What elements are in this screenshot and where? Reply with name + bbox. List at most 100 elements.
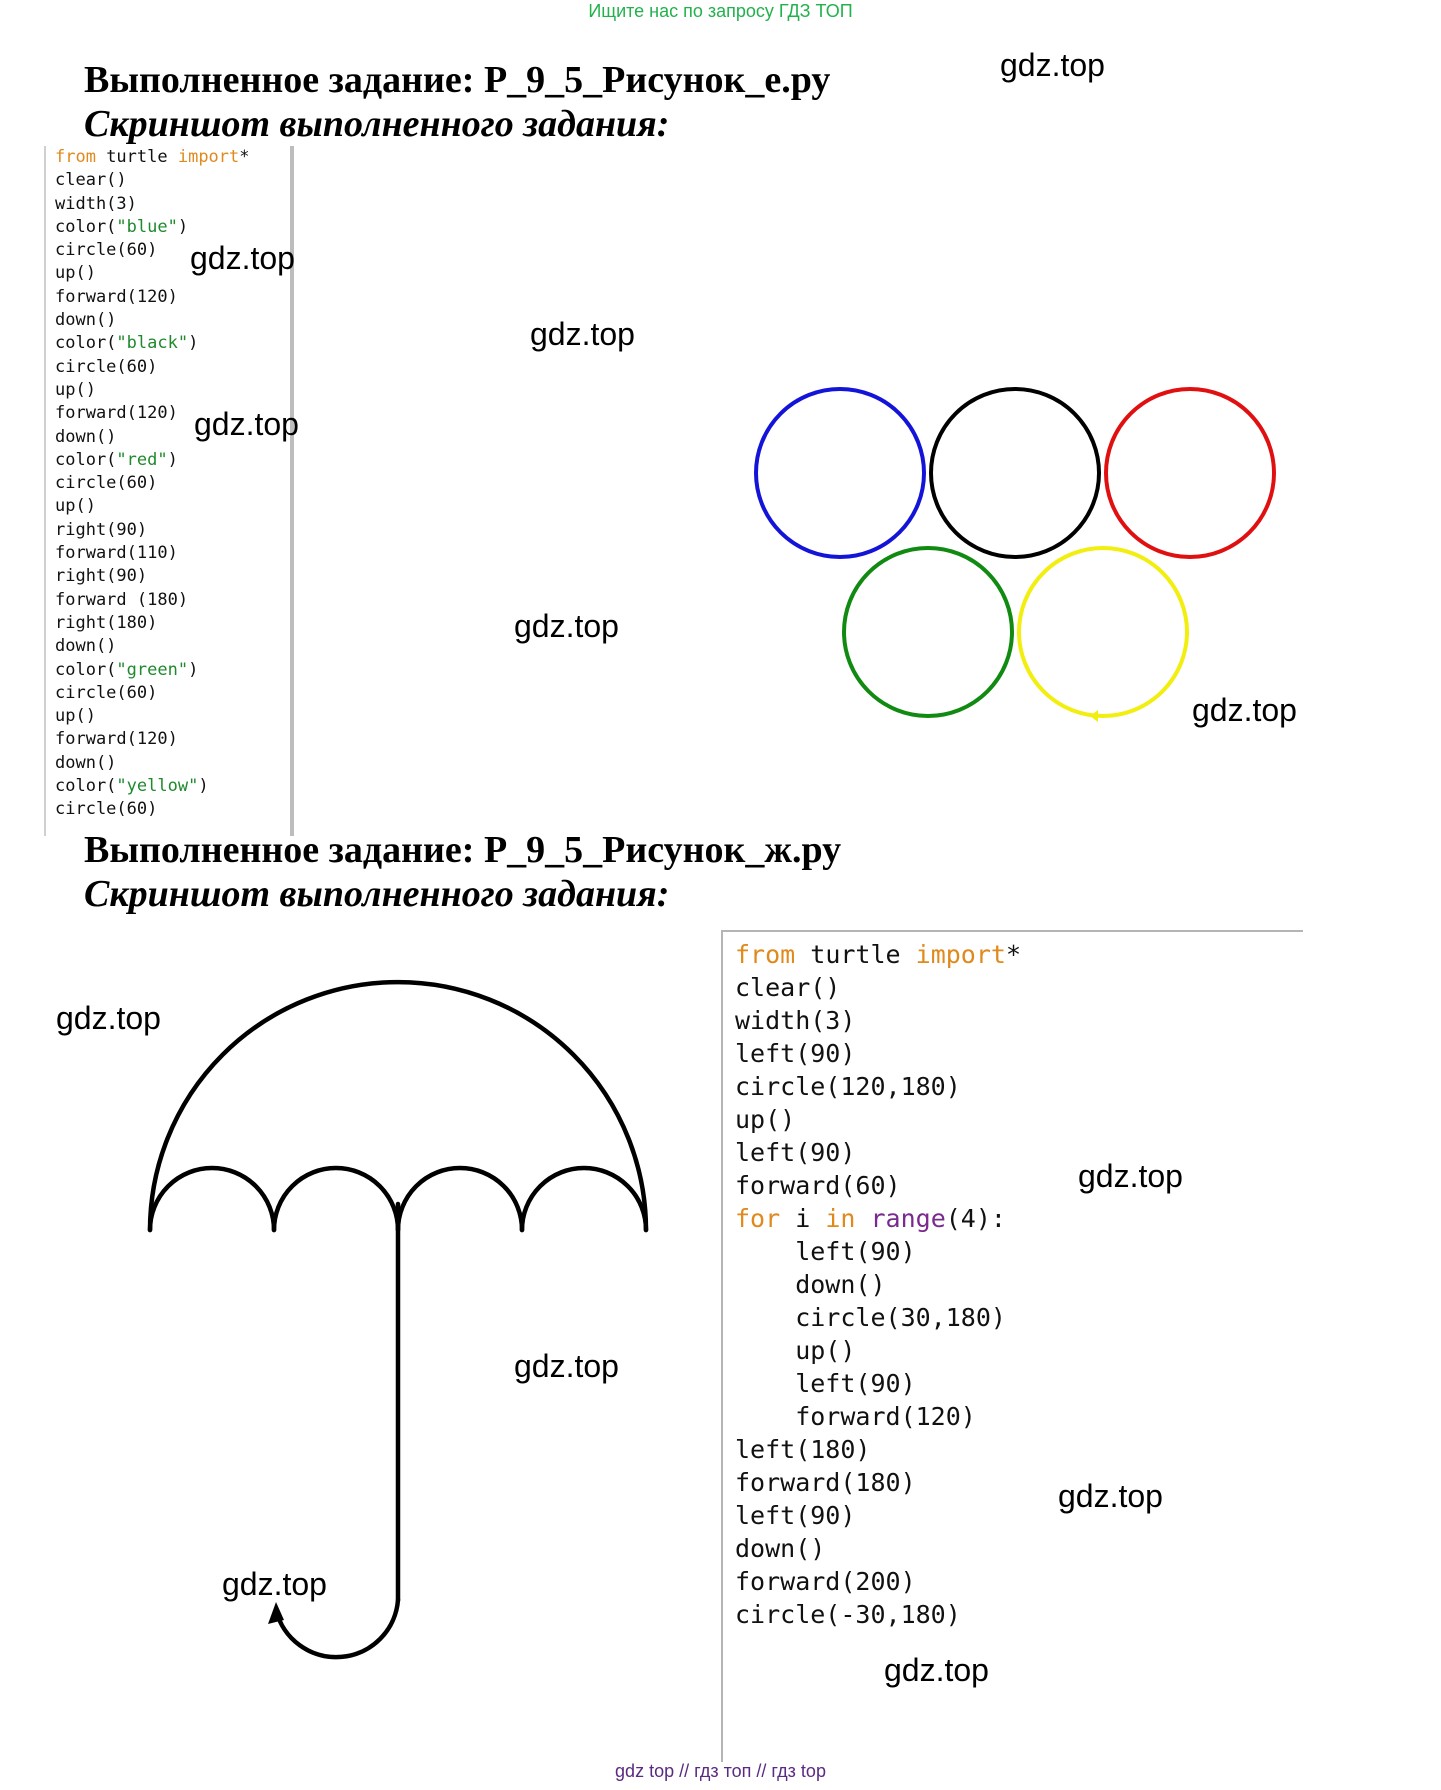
section2-code-line: forward(180)	[723, 1466, 1303, 1499]
code-token: "blue"	[116, 216, 178, 237]
umbrella-scallop-1	[147, 1165, 277, 1233]
section1-code-line: forward(120)	[46, 286, 290, 309]
code-token: up()	[55, 496, 96, 517]
code-token: circle(60)	[55, 356, 158, 377]
umbrella-handle-hook	[273, 1597, 401, 1660]
section2-code-line: up()	[723, 1103, 1303, 1136]
umbrella-drawing	[147, 979, 649, 1660]
code-token: "black"	[116, 333, 189, 354]
section1-code-line: color("red")	[46, 449, 290, 472]
section2-code-line: down()	[723, 1268, 1303, 1301]
section1-code-line: color("yellow")	[46, 775, 290, 798]
section1-code-line: circle(60)	[46, 798, 290, 821]
code-token: left(90)	[735, 1501, 856, 1530]
section1-title: Выполненное задание: Р_9_5_Рисунок_е.ру	[84, 59, 831, 101]
ring-blue	[754, 387, 926, 559]
top-search-hint[interactable]: Ищите нас по запросу ГДЗ ТОП	[0, 0, 1441, 22]
code-token: )	[188, 333, 199, 354]
section1-code-line: up()	[46, 495, 290, 518]
code-token: forward(200)	[735, 1567, 916, 1596]
code-token: color(	[55, 776, 117, 797]
section2-code-line: left(90)	[723, 1367, 1303, 1400]
watermark: gdz.top	[56, 1000, 161, 1036]
section2-code-line: up()	[723, 1334, 1303, 1367]
section1-code-line: forward(110)	[46, 542, 290, 565]
umbrella-scallop-4	[519, 1165, 649, 1233]
umbrella-scallop-3	[395, 1165, 525, 1233]
code-token: up()	[55, 379, 96, 400]
section1-code-line: from turtle import*	[46, 146, 290, 169]
section1-code-line: clear()	[46, 169, 290, 192]
code-token: circle(120,180)	[735, 1072, 961, 1101]
code-token: "yellow"	[116, 776, 199, 797]
code-token: up()	[735, 1336, 856, 1365]
code-token: import	[915, 940, 1006, 969]
code-token: import	[177, 147, 240, 167]
section2-code: from turtle import* clear() width(3) left(9…	[723, 932, 1303, 1631]
section1-code-line: down()	[46, 309, 290, 332]
code-token: )	[198, 776, 209, 797]
section1-code-line: up()	[46, 379, 290, 402]
code-token: down()	[55, 310, 117, 331]
section1-code-line: color("black")	[46, 332, 290, 355]
code-token: left(90)	[735, 1039, 856, 1068]
code-token: left(90)	[735, 1138, 856, 1167]
section2-code-line: left(180)	[723, 1433, 1303, 1466]
code-token: down()	[735, 1270, 886, 1299]
code-token: right(180)	[55, 612, 158, 633]
ring-black	[929, 387, 1101, 559]
code-token: turtle	[95, 147, 178, 167]
section1-code-line: width(3)	[46, 193, 290, 216]
code-token: for	[735, 1204, 781, 1233]
code-token: right(90)	[55, 519, 148, 540]
code-token: range	[870, 1204, 946, 1233]
code-token: i	[780, 1204, 826, 1233]
section2-code-line: left(90)	[723, 1136, 1303, 1169]
watermark: gdz.top	[884, 1652, 989, 1688]
section1-code-line: up()	[46, 705, 290, 728]
ring-yellow	[1017, 546, 1189, 718]
code-token: right(90)	[55, 566, 148, 587]
code-token: left(180)	[735, 1435, 871, 1464]
code-token: )	[188, 659, 199, 680]
section2-code-panel: from turtle import* clear() width(3) left(9…	[721, 930, 1303, 1762]
code-token: forward(120)	[55, 286, 178, 307]
footer-links[interactable]: gdz top // гдз топ // гдз top	[0, 1760, 1441, 1782]
section2-code-line: left(90)	[723, 1037, 1303, 1070]
code-token: color(	[55, 333, 117, 354]
code-token: forward(180)	[735, 1468, 916, 1497]
code-token: *	[239, 147, 250, 167]
section2-code-line: circle(120,180)	[723, 1070, 1303, 1103]
umbrella-canopy	[147, 979, 649, 1233]
section1-subtitle: Скриншот выполненного задания:	[84, 103, 670, 145]
olympic-rings-drawing	[754, 387, 1276, 722]
ring-green	[842, 546, 1014, 718]
code-token: circle(-30,180)	[735, 1600, 961, 1629]
section1-code-line: color("blue")	[46, 216, 290, 239]
code-token: circle(60)	[55, 473, 158, 494]
umbrella-scallop-2	[271, 1165, 401, 1233]
code-token: forward (180)	[55, 589, 189, 610]
code-token: turtle	[795, 940, 916, 969]
code-token: from	[55, 147, 96, 167]
code-token: width(3)	[55, 193, 137, 214]
watermark: gdz.top	[530, 316, 635, 352]
section2-code-line: forward(120)	[723, 1400, 1303, 1433]
section1-code-line: right(180)	[46, 612, 290, 635]
ring-red	[1104, 387, 1276, 559]
code-token: )	[167, 449, 178, 470]
code-token: forward(120)	[55, 729, 178, 750]
code-token: up()	[55, 263, 96, 284]
code-token: clear()	[735, 973, 841, 1002]
section2-code-line: clear()	[723, 971, 1303, 1004]
section1-code-line: forward (180)	[46, 589, 290, 612]
code-token: clear()	[55, 170, 127, 191]
section2-subtitle: Скриншот выполненного задания:	[84, 873, 670, 915]
code-token: color(	[55, 216, 117, 237]
code-token: down()	[55, 426, 117, 447]
code-token: forward(120)	[735, 1402, 976, 1431]
watermark: gdz.top	[514, 1348, 619, 1384]
section2-code-line: circle(30,180)	[723, 1301, 1303, 1334]
section1-code-line: circle(60)	[46, 356, 290, 379]
